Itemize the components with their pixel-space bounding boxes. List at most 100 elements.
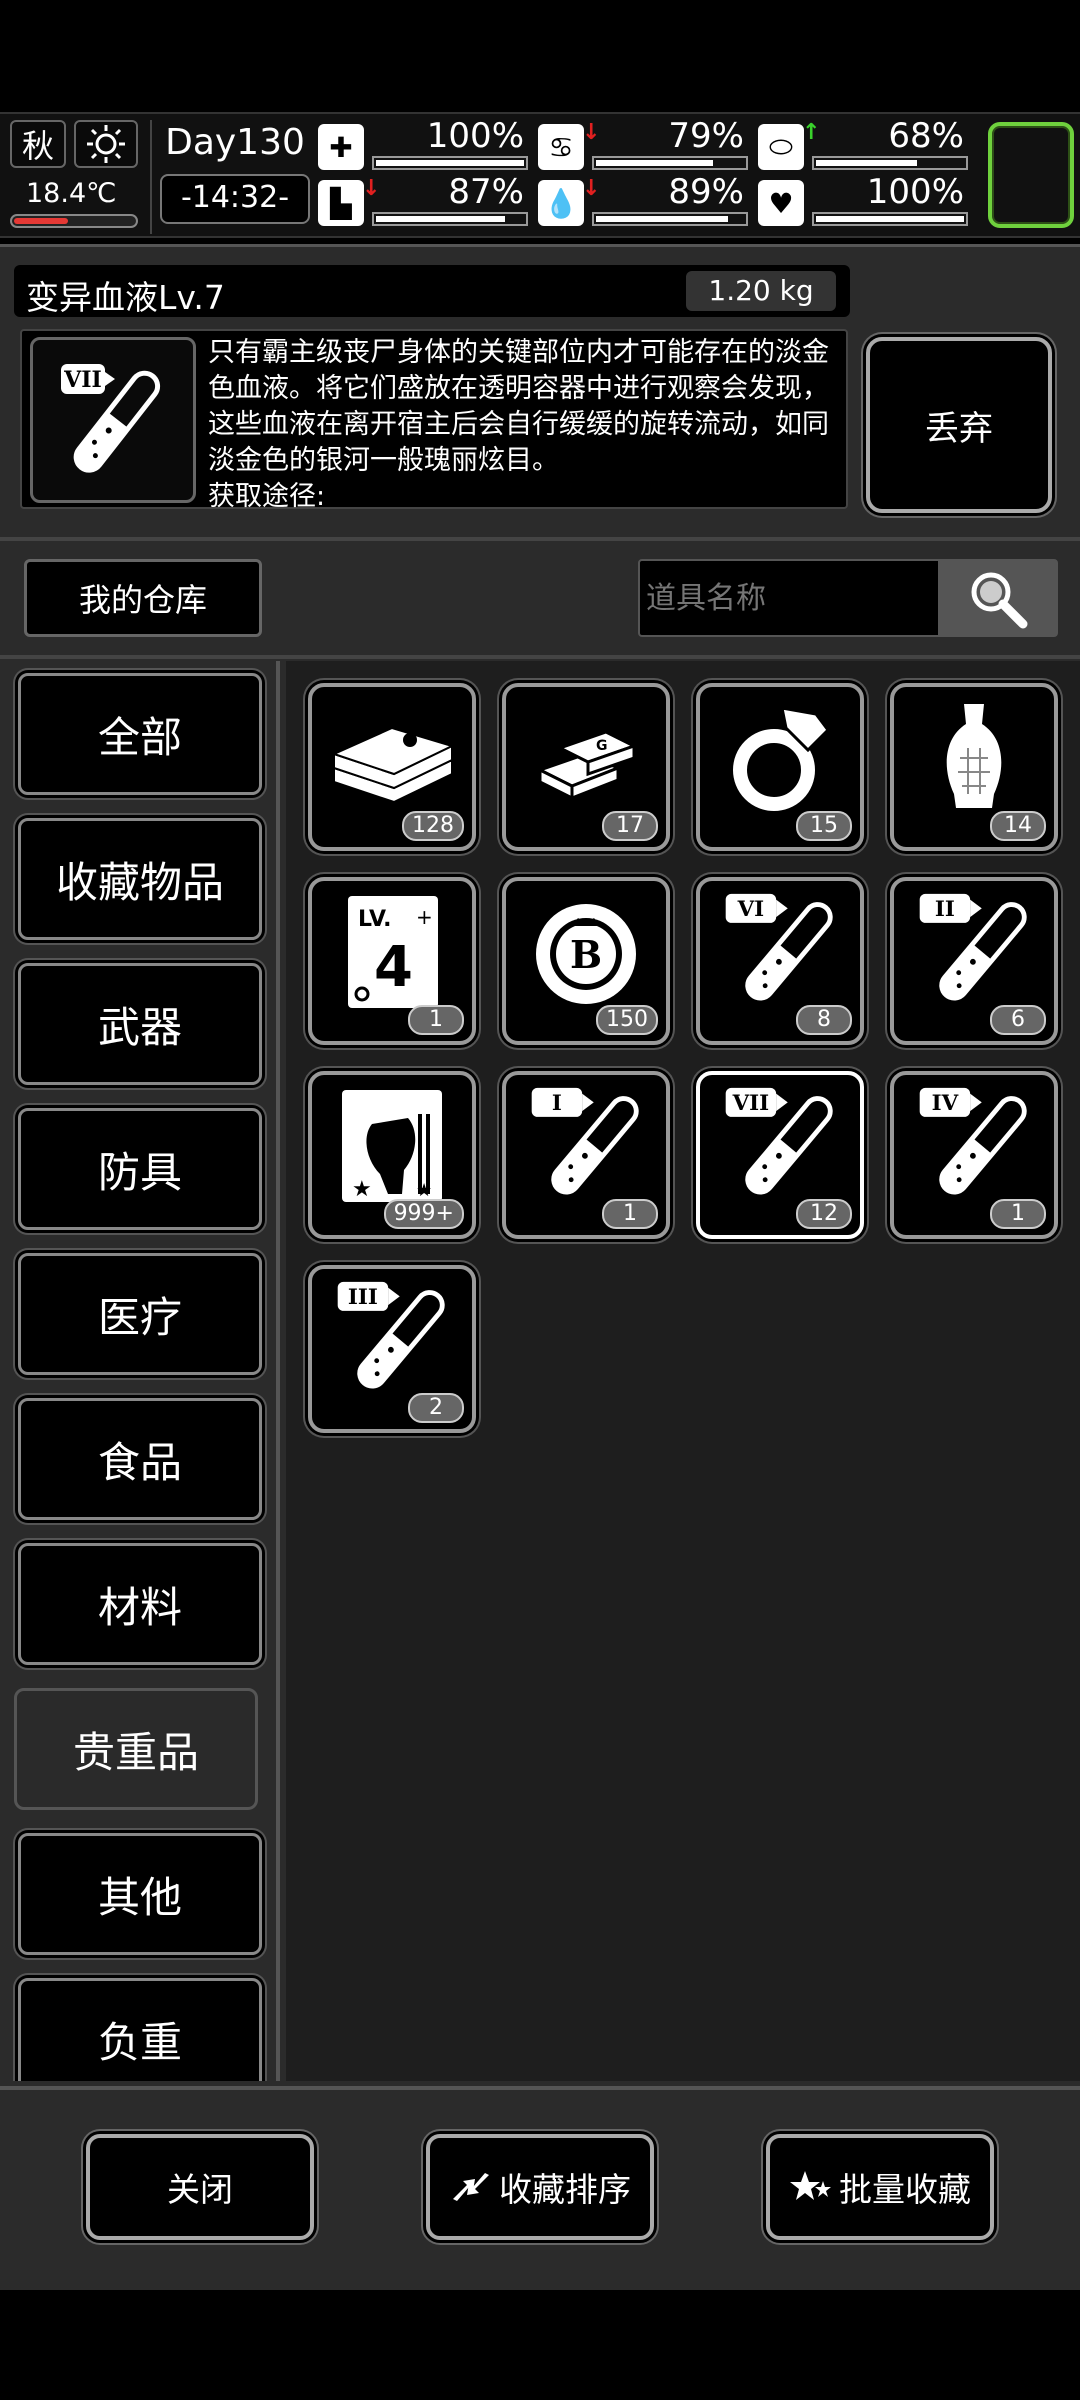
item-count: 128 [402,811,464,841]
category-medical[interactable]: 医疗 [18,1253,262,1375]
tab-my-warehouse[interactable]: 我的仓库 [24,559,262,637]
item-count: 2 [408,1393,464,1423]
test-tube-graphic: I [531,1087,639,1195]
test-tube-graphic: III [337,1281,445,1389]
item-slot[interactable]: G 17 [502,683,670,851]
category-all[interactable]: 全部 [18,673,262,795]
item-slot[interactable]: IV 1 [890,1071,1058,1239]
cash-stack-icon [320,693,464,823]
svg-text:G: G [596,738,608,754]
blood-vial-vi-icon: VI [708,887,852,1017]
stat-bar-fill [816,160,917,166]
category-sidebar[interactable]: 全部 收藏物品 武器 防具 医疗 食品 材料 贵重品 其他 负重 [0,661,280,2081]
test-tube-graphic: VI [725,893,833,1001]
item-slot[interactable]: I 1 [502,1071,670,1239]
item-slot[interactable]: ★ ★ 999+ [308,1071,476,1239]
category-load[interactable]: 负重 [18,1978,262,2081]
boot-icon: ▙ [318,180,364,226]
trend-arrow: ↓ [582,120,601,145]
swap-arrows-icon [453,2173,489,2201]
category-food[interactable]: 食品 [18,1398,262,1520]
vial-numeral: VII [732,1091,770,1116]
sort-collection-button[interactable]: 收藏排序 [426,2134,654,2240]
stat-value: 79% [668,116,744,156]
svg-text:★: ★ [352,1177,372,1202]
item-count: 1 [990,1199,1046,1229]
item-slot[interactable]: 128 [308,683,476,851]
item-slot[interactable]: LV. 4 + 1 [308,877,476,1045]
stat-bar [592,212,748,226]
item-detail-header: 变异血液Lv.7 1.20 kg [14,265,850,317]
item-count: 6 [990,1005,1046,1035]
stat-bar-fill [596,160,713,166]
sort-collection-label: 收藏排序 [499,2170,631,2209]
item-slot[interactable]: 15 [696,683,864,851]
blood-vial-vii-icon: VII [30,337,196,503]
zombie-card-icon: ★ ★ [320,1081,464,1211]
temperature-bar [10,214,138,228]
lv4-card-icon: LV. 4 + [320,887,464,1017]
batch-collect-label: 批量收藏 [839,2170,971,2209]
search-button[interactable] [938,561,1056,635]
batch-collect-button[interactable]: 批量收藏 [766,2134,994,2240]
divider [0,655,1080,659]
test-tube-graphic: II [919,893,1027,1001]
category-materials[interactable]: 材料 [18,1543,262,1665]
item-source-label: 获取途径: [208,481,326,512]
temperature-gauge: 18.4℃ [10,178,140,232]
item-slot[interactable]: VI 8 [696,877,864,1045]
item-slot[interactable]: III 2 [308,1265,476,1433]
stat-bar [812,156,968,170]
item-slot-selected[interactable]: VII 12 [696,1071,864,1239]
category-valuables[interactable]: 贵重品 [14,1688,258,1810]
diamond-ring-icon [708,693,852,823]
stat-hunger: ♋ ↓ 79% [538,116,748,172]
item-slot[interactable]: B 150 [502,877,670,1045]
quick-slot-button[interactable] [988,122,1074,228]
vase-icon [902,693,1046,823]
stat-medicine: ⬭ ↑ 68% [758,116,968,172]
item-slot[interactable]: 14 [890,683,1058,851]
vial-numeral: III [348,1285,378,1310]
stat-value: 89% [668,172,744,212]
item-count: 14 [990,811,1046,841]
stat-bar [812,212,968,226]
status-bar: 秋 18.4℃ Day130 -14:32- ✚ 100% ♋ ↓ 79% ⬭ … [0,112,1080,238]
vial-numeral: IV [932,1091,959,1116]
category-armor[interactable]: 防具 [18,1108,262,1230]
item-slot[interactable]: II 6 [890,877,1058,1045]
game-clock: -14:32- [160,174,310,224]
water-drop-icon: 💧 [538,180,584,226]
discard-button[interactable]: 丢弃 [866,337,1052,513]
temperature-value: 18.4℃ [26,178,117,209]
close-button[interactable]: 关闭 [86,2134,314,2240]
item-description-box: VII 只有霸主级丧尸身体的关键部位内才可能存在的淡金色血液。将它们盛放在透明容… [20,329,848,512]
stomach-icon: ♋ [538,124,584,170]
stat-thirst: 💧 ↓ 89% [538,172,748,228]
stat-mood: ♥ 100% [758,172,968,228]
svg-text:4: 4 [374,935,413,1000]
stat-health: ✚ 100% [318,116,528,172]
category-collection[interactable]: 收藏物品 [18,818,262,940]
search-bar [638,559,1058,637]
svg-text:★: ★ [416,1180,432,1201]
stat-value: 100% [866,172,964,212]
category-other[interactable]: 其他 [18,1833,262,1955]
test-tube-graphic: VII [725,1087,833,1195]
blood-vial-i-icon: I [514,1081,658,1211]
sun-icon [74,120,138,168]
item-count: 12 [796,1199,852,1229]
season-indicator: 秋 [10,120,66,168]
item-count: 150 [596,1005,658,1035]
medkit-icon: ✚ [318,124,364,170]
search-input[interactable] [646,569,936,627]
inventory-panel: 变异血液Lv.7 1.20 kg VII 只有霸主级丧尸身体的关键部位内才可能存… [0,244,1080,2290]
blood-vial-iii-icon: III [320,1275,464,1405]
trend-arrow: ↓ [362,176,381,201]
category-weapons[interactable]: 武器 [18,963,262,1085]
gold-bars-icon: G [514,693,658,823]
blood-vial-ii-icon: II [902,887,1046,1017]
svg-text:LV.: LV. [358,907,392,932]
b-coin-icon: B [514,887,658,1017]
blood-vial-iv-icon: IV [902,1081,1046,1211]
